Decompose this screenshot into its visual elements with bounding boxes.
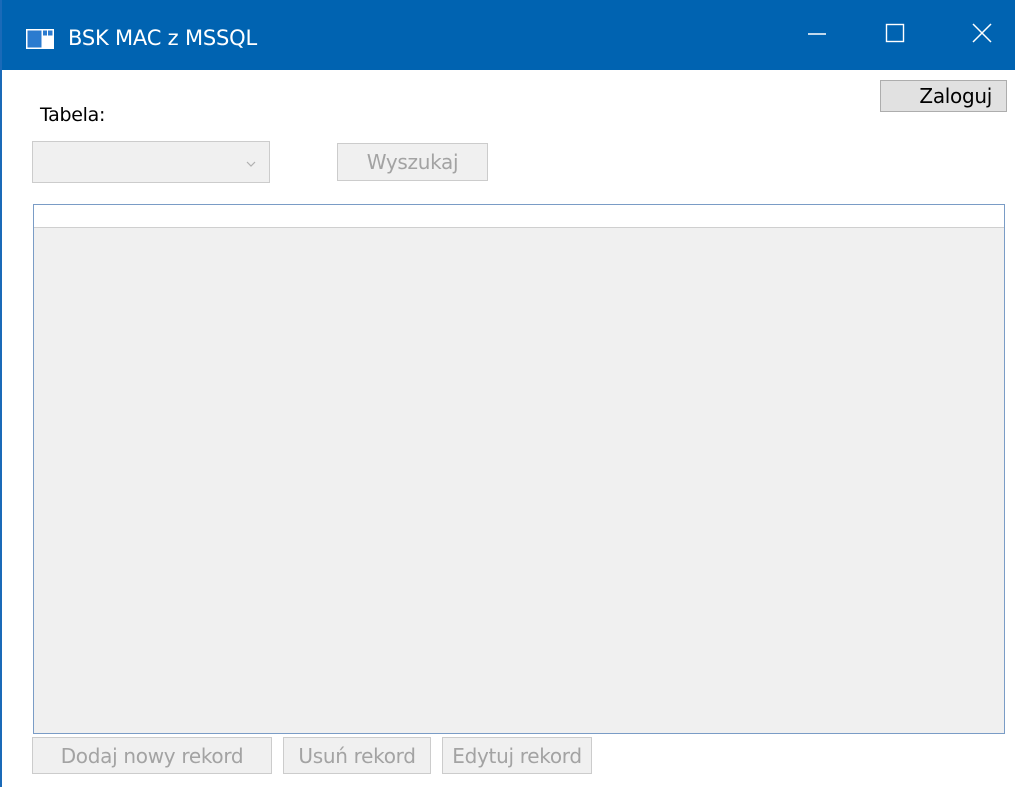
chevron-down-icon [245, 155, 257, 167]
edit-record-button[interactable]: Edytuj rekord [442, 737, 592, 774]
window-title: BSK MAC z MSSQL [68, 26, 257, 50]
minimize-icon [807, 23, 827, 47]
grid-header [34, 205, 1004, 228]
minimize-button[interactable] [782, 0, 852, 70]
main-window: BSK MAC z MSSQL Zaloguj Tabela: Wyszukaj… [0, 0, 1015, 787]
close-button[interactable] [947, 0, 1015, 70]
delete-record-button[interactable]: Usuń rekord [283, 737, 431, 774]
maximize-icon [885, 23, 905, 47]
login-button[interactable]: Zaloguj [880, 80, 1007, 112]
table-label: Tabela: [40, 104, 106, 126]
maximize-button[interactable] [860, 0, 930, 70]
title-bar[interactable]: BSK MAC z MSSQL [2, 0, 1015, 70]
data-grid[interactable] [33, 204, 1005, 734]
close-icon [972, 23, 992, 47]
add-record-button[interactable]: Dodaj nowy rekord [32, 737, 272, 774]
app-window-icon [26, 29, 54, 49]
search-button[interactable]: Wyszukaj [337, 143, 488, 181]
table-select[interactable] [32, 141, 270, 183]
